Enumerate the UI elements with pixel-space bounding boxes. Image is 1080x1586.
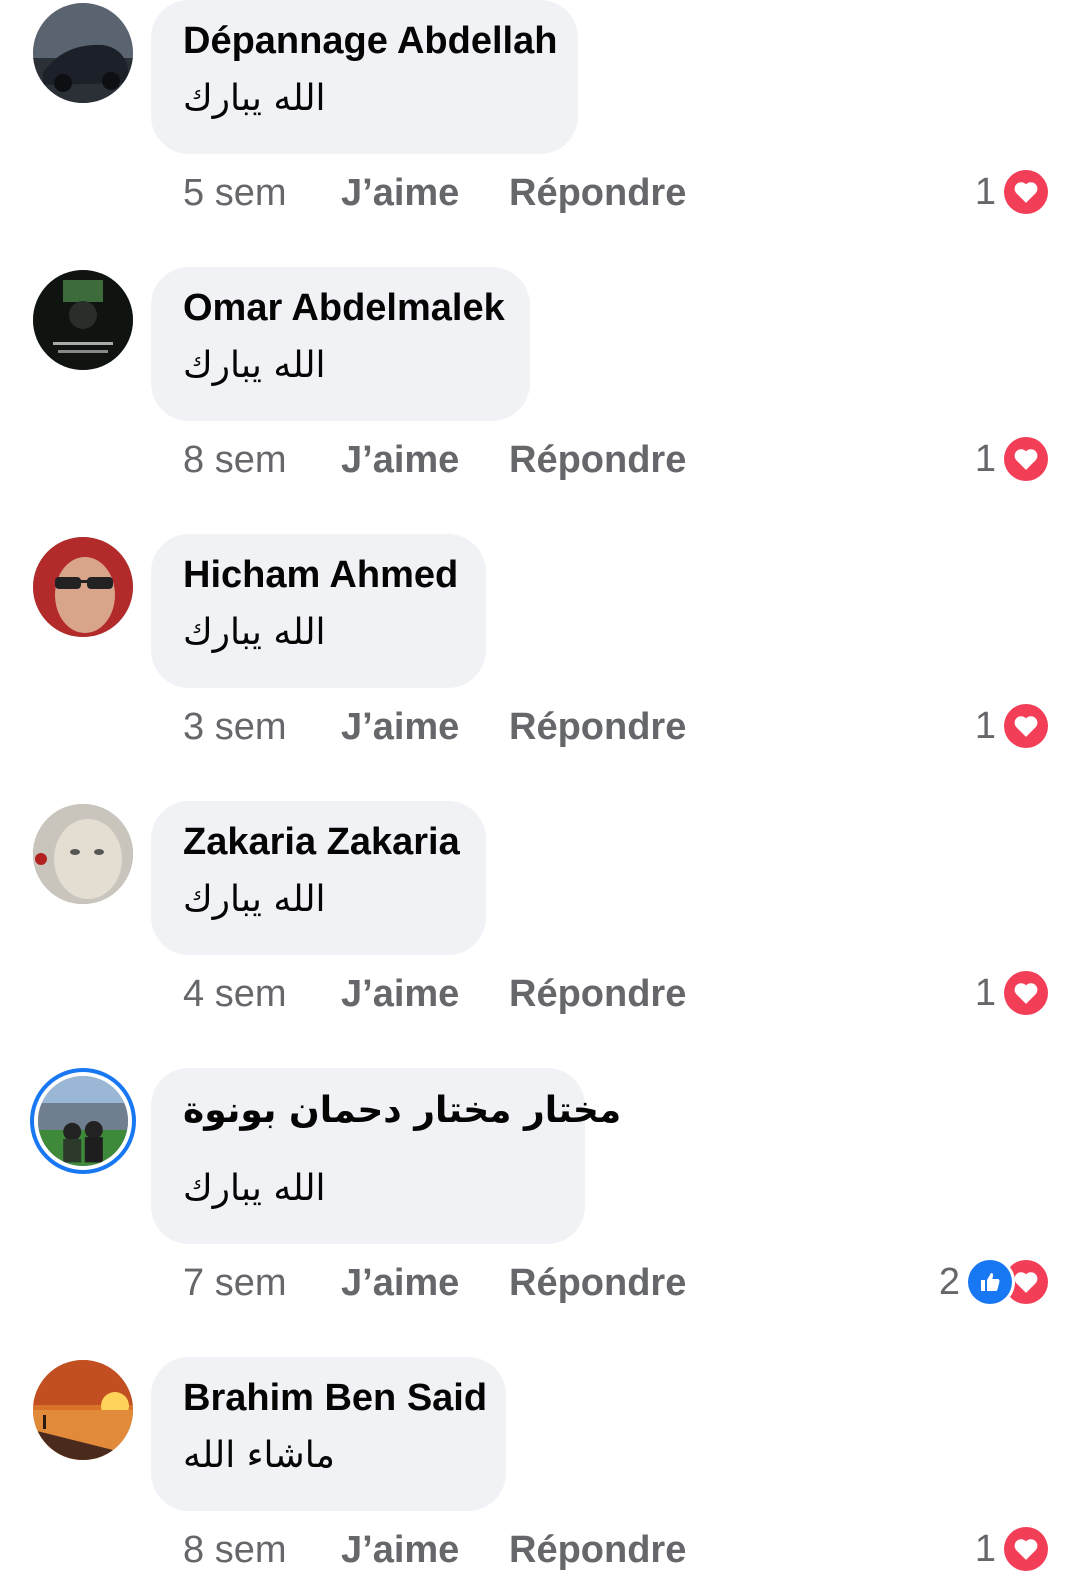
like-button[interactable]: J’aime xyxy=(341,1529,459,1572)
reply-button[interactable]: Répondre xyxy=(509,1262,686,1305)
reaction-count: 2 xyxy=(938,1260,960,1303)
comment-time[interactable]: 3 sem xyxy=(183,706,286,749)
comment-text: الله يبارك xyxy=(183,612,326,653)
comment-text: الله يبارك xyxy=(183,78,326,119)
avatar[interactable] xyxy=(33,1360,133,1460)
heart-icon xyxy=(1004,704,1048,748)
comment-bubble: Brahim Ben Said ماشاء الله xyxy=(151,1357,506,1511)
comment-bubble: Hicham Ahmed الله يبارك xyxy=(151,534,486,688)
reaction-count: 1 xyxy=(974,971,996,1014)
comment-time[interactable]: 8 sem xyxy=(183,1529,286,1572)
heart-icon xyxy=(1004,437,1048,481)
author-name[interactable]: Brahim Ben Said xyxy=(183,1377,487,1420)
heart-icon xyxy=(1004,971,1048,1015)
author-name[interactable]: مختار مختار دحمان بونوة xyxy=(183,1090,621,1131)
comment-text: الله يبارك xyxy=(183,1168,326,1209)
comment-bubble: مختار مختار دحمان بونوة الله يبارك xyxy=(151,1068,621,1244)
reaction-count: 1 xyxy=(974,437,996,480)
reply-button[interactable]: Répondre xyxy=(509,706,686,749)
like-button[interactable]: J’aime xyxy=(341,1262,459,1305)
reply-button[interactable]: Répondre xyxy=(509,172,686,215)
comment-bubble: Omar Abdelmalek الله يبارك xyxy=(151,267,530,421)
reaction-summary[interactable]: 1 xyxy=(975,170,1048,214)
reaction-count: 1 xyxy=(974,170,996,213)
comment-time[interactable]: 5 sem xyxy=(183,172,286,215)
like-button[interactable]: J’aime xyxy=(341,973,459,1016)
reply-button[interactable]: Répondre xyxy=(509,439,686,482)
author-name[interactable]: Zakaria Zakaria xyxy=(183,821,460,864)
author-name[interactable]: Omar Abdelmalek xyxy=(183,287,505,330)
author-name[interactable]: Hicham Ahmed xyxy=(183,554,458,597)
comment-text: الله يبارك xyxy=(183,879,326,920)
comment-time[interactable]: 8 sem xyxy=(183,439,286,482)
like-icon xyxy=(968,1260,1012,1304)
avatar[interactable] xyxy=(33,537,133,637)
reaction-summary[interactable]: 2 xyxy=(939,1260,1048,1304)
like-button[interactable]: J’aime xyxy=(341,172,459,215)
like-button[interactable]: J’aime xyxy=(341,706,459,749)
comment-text: ماشاء الله xyxy=(183,1435,335,1476)
heart-icon xyxy=(1004,1527,1048,1571)
like-button[interactable]: J’aime xyxy=(341,439,459,482)
comment-bubble: Dépannage Abdellah الله يبارك xyxy=(151,0,578,154)
reply-button[interactable]: Répondre xyxy=(509,1529,686,1572)
reaction-summary[interactable]: 1 xyxy=(975,704,1048,748)
reply-button[interactable]: Répondre xyxy=(509,973,686,1016)
avatar[interactable] xyxy=(33,270,133,370)
reaction-summary[interactable]: 1 xyxy=(975,437,1048,481)
comment-bubble: Zakaria Zakaria الله يبارك xyxy=(151,801,486,955)
avatar[interactable] xyxy=(33,3,133,103)
comment-time[interactable]: 7 sem xyxy=(183,1262,286,1305)
author-name[interactable]: Dépannage Abdellah xyxy=(183,20,557,63)
heart-icon xyxy=(1004,170,1048,214)
reaction-count: 1 xyxy=(974,704,996,747)
avatar[interactable] xyxy=(38,1076,128,1166)
reaction-summary[interactable]: 1 xyxy=(975,1527,1048,1571)
avatar[interactable] xyxy=(33,804,133,904)
comment-time[interactable]: 4 sem xyxy=(183,973,286,1016)
reaction-count: 1 xyxy=(974,1527,996,1570)
comment-text: الله يبارك xyxy=(183,345,326,386)
reaction-summary[interactable]: 1 xyxy=(975,971,1048,1015)
